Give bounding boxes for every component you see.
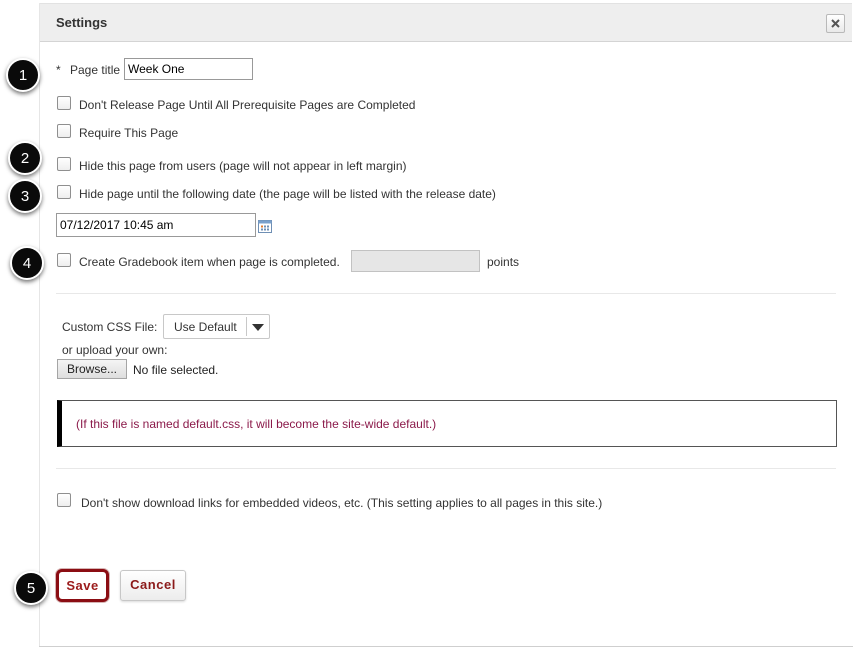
- close-button[interactable]: [826, 14, 845, 33]
- require-label: Require This Page: [79, 126, 179, 140]
- prereq-label: Don't Release Page Until All Prerequisit…: [79, 98, 416, 112]
- step-marker-2: 2: [8, 141, 42, 175]
- dialog-bottom-border: [39, 646, 853, 647]
- gradebook-label: Create Gradebook item when page is compl…: [79, 255, 340, 269]
- gradebook-points-input[interactable]: [351, 250, 480, 272]
- custom-css-label: Custom CSS File:: [62, 320, 158, 334]
- select-separator: [246, 317, 247, 336]
- save-button[interactable]: Save: [56, 569, 109, 602]
- gradebook-checkbox[interactable]: [57, 253, 71, 267]
- custom-css-select[interactable]: Use Default: [163, 314, 270, 339]
- points-label: points: [487, 255, 520, 269]
- dialog-title: Settings: [56, 15, 108, 30]
- step-marker-5: 5: [14, 571, 48, 605]
- css-note-box: (If this file is named default.css, it w…: [57, 400, 837, 447]
- download-links-checkbox[interactable]: [57, 493, 71, 507]
- dialog-header: Settings: [40, 3, 852, 42]
- hide-until-checkbox[interactable]: [57, 185, 71, 199]
- require-checkbox[interactable]: [57, 124, 71, 138]
- page-title-input[interactable]: Week One: [124, 58, 253, 80]
- page-title-label: Page title: [70, 63, 121, 77]
- css-note-text: (If this file is named default.css, it w…: [76, 417, 437, 431]
- step-marker-4: 4: [10, 246, 44, 280]
- divider: [56, 468, 836, 469]
- hide-page-label: Hide this page from users (page will not…: [79, 159, 407, 173]
- release-date-input[interactable]: 07/12/2017 10:45 am: [56, 213, 256, 237]
- prereq-checkbox[interactable]: [57, 96, 71, 110]
- required-asterisk: *: [56, 63, 61, 77]
- divider: [56, 293, 836, 294]
- hide-page-checkbox[interactable]: [57, 157, 71, 171]
- hide-until-label: Hide page until the following date (the …: [79, 187, 496, 201]
- download-links-label: Don't show download links for embedded v…: [81, 496, 603, 510]
- step-marker-3: 3: [8, 179, 42, 213]
- close-icon: [831, 19, 840, 28]
- cancel-button[interactable]: Cancel: [120, 570, 186, 601]
- browse-button[interactable]: Browse...: [57, 359, 127, 379]
- step-marker-1: 1: [6, 58, 40, 92]
- upload-label: or upload your own:: [62, 343, 168, 357]
- custom-css-selected: Use Default: [174, 320, 237, 334]
- no-file-label: No file selected.: [133, 363, 219, 377]
- calendar-icon[interactable]: [258, 219, 272, 233]
- chevron-down-icon: [252, 324, 264, 331]
